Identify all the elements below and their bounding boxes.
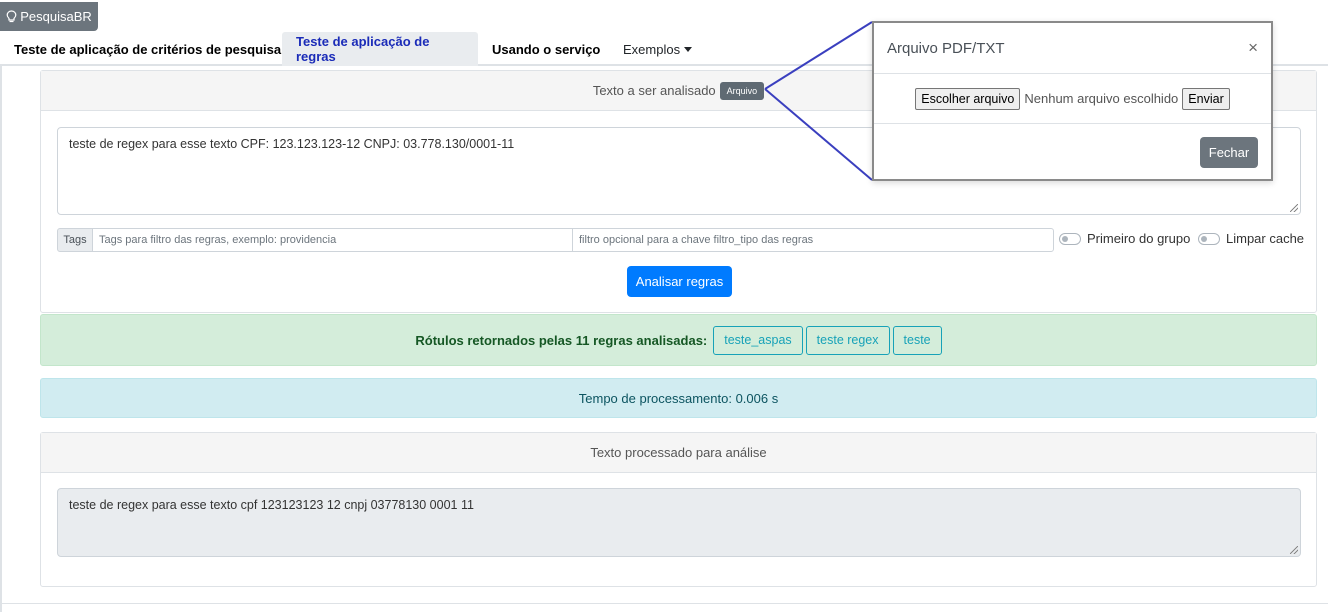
toggle-cache-label: Limpar cache xyxy=(1226,231,1305,246)
switch-cache-icon[interactable] xyxy=(1198,232,1220,245)
modal-footer: Fechar xyxy=(874,124,1271,179)
file-modal: Arquivo PDF/TXT × Escolher arquivo Nenhu… xyxy=(872,21,1273,181)
bottom-divider xyxy=(0,603,1328,604)
label-chip[interactable]: teste_aspas xyxy=(713,325,803,355)
lightbulb-icon xyxy=(6,10,17,23)
left-divider xyxy=(0,66,2,612)
modal-title: Arquivo PDF/TXT xyxy=(887,39,1005,57)
time-alert: Tempo de processamento: 0.006 s xyxy=(40,378,1317,418)
close-icon[interactable]: × xyxy=(1248,38,1258,58)
caret-down-icon xyxy=(684,46,693,52)
tab-servico[interactable]: Usando o serviço xyxy=(478,32,614,66)
tab-exemplos[interactable]: Exemplos xyxy=(609,32,706,66)
tags-placeholder: Tags para filtro das regras, exemplo: pr… xyxy=(99,234,337,246)
tab-regras[interactable]: Teste de aplicação de regras xyxy=(282,32,478,66)
arquivo-button[interactable]: Arquivo xyxy=(719,81,765,100)
brand-label: PesquisaBR xyxy=(20,9,92,24)
labels-heading: Rótulos retornados pelas 11 regras anali… xyxy=(415,332,708,348)
tab-regras-label: Teste de aplicação de regras xyxy=(296,34,430,64)
tags-input-group: Tags Tags para filtro das regras, exempl… xyxy=(57,228,1054,252)
resize-grip-icon[interactable] xyxy=(1290,546,1298,554)
no-file-text: Nenhum arquivo escolhido xyxy=(1024,91,1179,106)
label-chip[interactable]: teste xyxy=(892,325,942,355)
tags-label: Tags xyxy=(57,228,93,252)
tab-criterios[interactable]: Teste de aplicação de critérios de pesqu… xyxy=(0,32,295,66)
analisar-regras-button[interactable]: Analisar regras xyxy=(627,266,732,297)
tab-servico-label: Usando o serviço xyxy=(492,41,601,57)
tags-input[interactable]: Tags para filtro das regras, exemplo: pr… xyxy=(92,228,573,252)
input-card-title: Texto a ser analisado xyxy=(592,83,716,98)
switch-primeiro-icon[interactable] xyxy=(1059,232,1081,245)
modal-header: Arquivo PDF/TXT × xyxy=(874,23,1271,74)
modal-body: Escolher arquivo Nenhum arquivo escolhid… xyxy=(874,74,1271,124)
toggle-limpar-cache[interactable]: Limpar cache xyxy=(1198,231,1304,246)
processed-textarea[interactable]: teste de regex para esse texto cpf 12312… xyxy=(57,488,1301,557)
label-chip[interactable]: teste regex xyxy=(805,325,890,355)
processed-card-title: Texto processado para análise xyxy=(590,445,767,460)
processed-card-header: Texto processado para análise xyxy=(41,433,1316,473)
toggle-primeiro-label: Primeiro do grupo xyxy=(1087,231,1191,246)
tab-exemplos-label: Exemplos xyxy=(623,41,681,57)
resize-grip-icon[interactable] xyxy=(1290,204,1298,212)
tab-criterios-label: Teste de aplicação de critérios de pesqu… xyxy=(14,41,282,57)
filter-input[interactable]: filtro opcional para a chave filtro_tipo… xyxy=(572,228,1054,252)
fechar-button[interactable]: Fechar xyxy=(1200,137,1258,168)
toggle-primeiro-grupo[interactable]: Primeiro do grupo xyxy=(1059,231,1190,246)
filter-placeholder: filtro opcional para a chave filtro_tipo… xyxy=(579,234,814,246)
input-text: teste de regex para esse texto CPF: 123.… xyxy=(69,137,515,151)
choose-file-button[interactable]: Escolher arquivo xyxy=(915,87,1021,110)
brand-button[interactable]: PesquisaBR xyxy=(0,2,98,31)
labels-alert: Rótulos retornados pelas 11 regras anali… xyxy=(40,314,1317,366)
enviar-button[interactable]: Enviar xyxy=(1182,87,1230,110)
processed-text: teste de regex para esse texto cpf 12312… xyxy=(69,498,474,512)
processing-time: Tempo de processamento: 0.006 s xyxy=(578,390,779,406)
